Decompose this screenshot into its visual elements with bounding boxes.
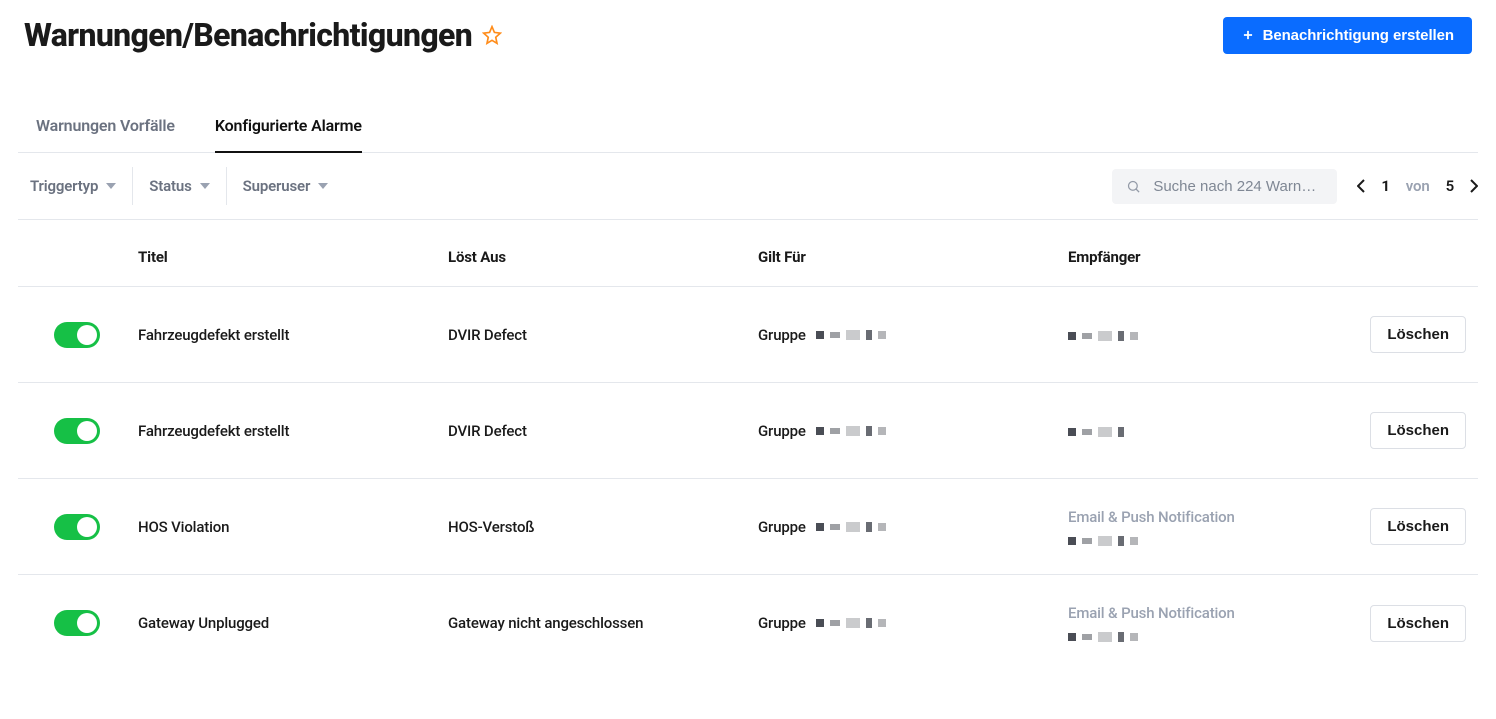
- table-row: Fahrzeugdefekt erstellt DVIR Defect Grup…: [18, 287, 1478, 383]
- row-trigger: DVIR Defect: [448, 422, 758, 440]
- redacted-text: [1068, 331, 1138, 341]
- applies-group-label: Gruppe: [758, 614, 806, 632]
- redacted-text: [1068, 536, 1308, 546]
- row-trigger: HOS-Verstoß: [448, 518, 758, 536]
- search-box[interactable]: [1112, 169, 1337, 204]
- tab-incidents[interactable]: Warnungen Vorfälle: [36, 104, 175, 152]
- right-tools: 1 von 5: [1112, 169, 1478, 204]
- search-icon: [1126, 179, 1141, 194]
- row-recipients: [1068, 326, 1308, 344]
- row-title[interactable]: Gateway Unplugged: [138, 614, 448, 632]
- applies-group-label: Gruppe: [758, 422, 806, 440]
- search-input[interactable]: [1151, 177, 1323, 196]
- col-triggers: Löst Aus: [448, 248, 758, 266]
- chevron-down-icon: [106, 183, 116, 189]
- enable-toggle[interactable]: [54, 322, 100, 348]
- table-row: HOS Violation HOS-Verstoß Gruppe Email &…: [18, 479, 1478, 575]
- redacted-text: [1068, 632, 1308, 642]
- pagination-of-label: von: [1406, 177, 1430, 195]
- page-title: Warnungen/Benachrichtigungen: [24, 16, 472, 54]
- row-applies-to: Gruppe: [758, 326, 1068, 344]
- row-applies-to: Gruppe: [758, 422, 1068, 440]
- table-row: Gateway Unplugged Gateway nicht angeschl…: [18, 575, 1478, 671]
- filter-status-label: Status: [149, 177, 191, 195]
- row-title[interactable]: Fahrzeugdefekt erstellt: [138, 422, 448, 440]
- col-title: Titel: [138, 248, 448, 266]
- filter-triggertype[interactable]: Triggertyp: [18, 167, 133, 205]
- tab-configured-alarms[interactable]: Konfigurierte Alarme: [215, 104, 362, 153]
- recipient-channel-label: Email & Push Notification: [1068, 508, 1308, 526]
- table-header: Titel Löst Aus Gilt Für Empfänger: [18, 220, 1478, 287]
- recipient-channel-label: Email & Push Notification: [1068, 604, 1308, 622]
- chevron-down-icon: [318, 183, 328, 189]
- tabs: Warnungen Vorfälle Konfigurierte Alarme: [18, 104, 1478, 153]
- col-recipients: Empfänger: [1068, 248, 1308, 266]
- applies-group-label: Gruppe: [758, 518, 806, 536]
- filters: Triggertyp Status Superuser: [18, 167, 344, 205]
- filter-status[interactable]: Status: [133, 167, 226, 205]
- pagination: 1 von 5: [1357, 177, 1478, 195]
- row-applies-to: Gruppe: [758, 518, 1068, 536]
- filter-triggertype-label: Triggertyp: [30, 177, 98, 195]
- row-recipients: Email & Push Notification: [1068, 508, 1308, 546]
- filter-superuser[interactable]: Superuser: [227, 167, 345, 205]
- row-recipients: [1068, 422, 1308, 440]
- toolbar: Triggertyp Status Superuser 1 von 5: [18, 153, 1478, 220]
- enable-toggle[interactable]: [54, 514, 100, 540]
- enable-toggle[interactable]: [54, 418, 100, 444]
- redacted-text: [1068, 427, 1124, 437]
- row-trigger: DVIR Defect: [448, 326, 758, 344]
- plus-icon: [1241, 28, 1255, 42]
- delete-button[interactable]: Löschen: [1370, 508, 1466, 545]
- delete-button[interactable]: Löschen: [1370, 316, 1466, 353]
- table-row: Fahrzeugdefekt erstellt DVIR Defect Grup…: [18, 383, 1478, 479]
- row-recipients: Email & Push Notification: [1068, 604, 1308, 642]
- chevron-left-icon[interactable]: [1357, 179, 1365, 193]
- create-notification-button-label: Benachrichtigung erstellen: [1263, 27, 1454, 44]
- enable-toggle[interactable]: [54, 610, 100, 636]
- row-trigger: Gateway nicht angeschlossen: [448, 614, 758, 632]
- create-notification-button[interactable]: Benachrichtigung erstellen: [1223, 17, 1472, 54]
- chevron-down-icon: [200, 183, 210, 189]
- favorite-star-icon[interactable]: [482, 25, 502, 45]
- redacted-text: [816, 522, 886, 532]
- redacted-text: [816, 330, 886, 340]
- applies-group-label: Gruppe: [758, 326, 806, 344]
- pagination-total: 5: [1446, 177, 1454, 195]
- redacted-text: [816, 618, 886, 628]
- col-applies-to: Gilt Für: [758, 248, 1068, 266]
- page-header: Warnungen/Benachrichtigungen Benachricht…: [18, 10, 1478, 54]
- row-title[interactable]: Fahrzeugdefekt erstellt: [138, 326, 448, 344]
- delete-button[interactable]: Löschen: [1370, 412, 1466, 449]
- row-applies-to: Gruppe: [758, 614, 1068, 632]
- redacted-text: [816, 426, 886, 436]
- row-title[interactable]: HOS Violation: [138, 518, 448, 536]
- filter-superuser-label: Superuser: [243, 177, 311, 195]
- delete-button[interactable]: Löschen: [1370, 605, 1466, 642]
- pagination-current: 1: [1381, 177, 1389, 195]
- chevron-right-icon[interactable]: [1470, 179, 1478, 193]
